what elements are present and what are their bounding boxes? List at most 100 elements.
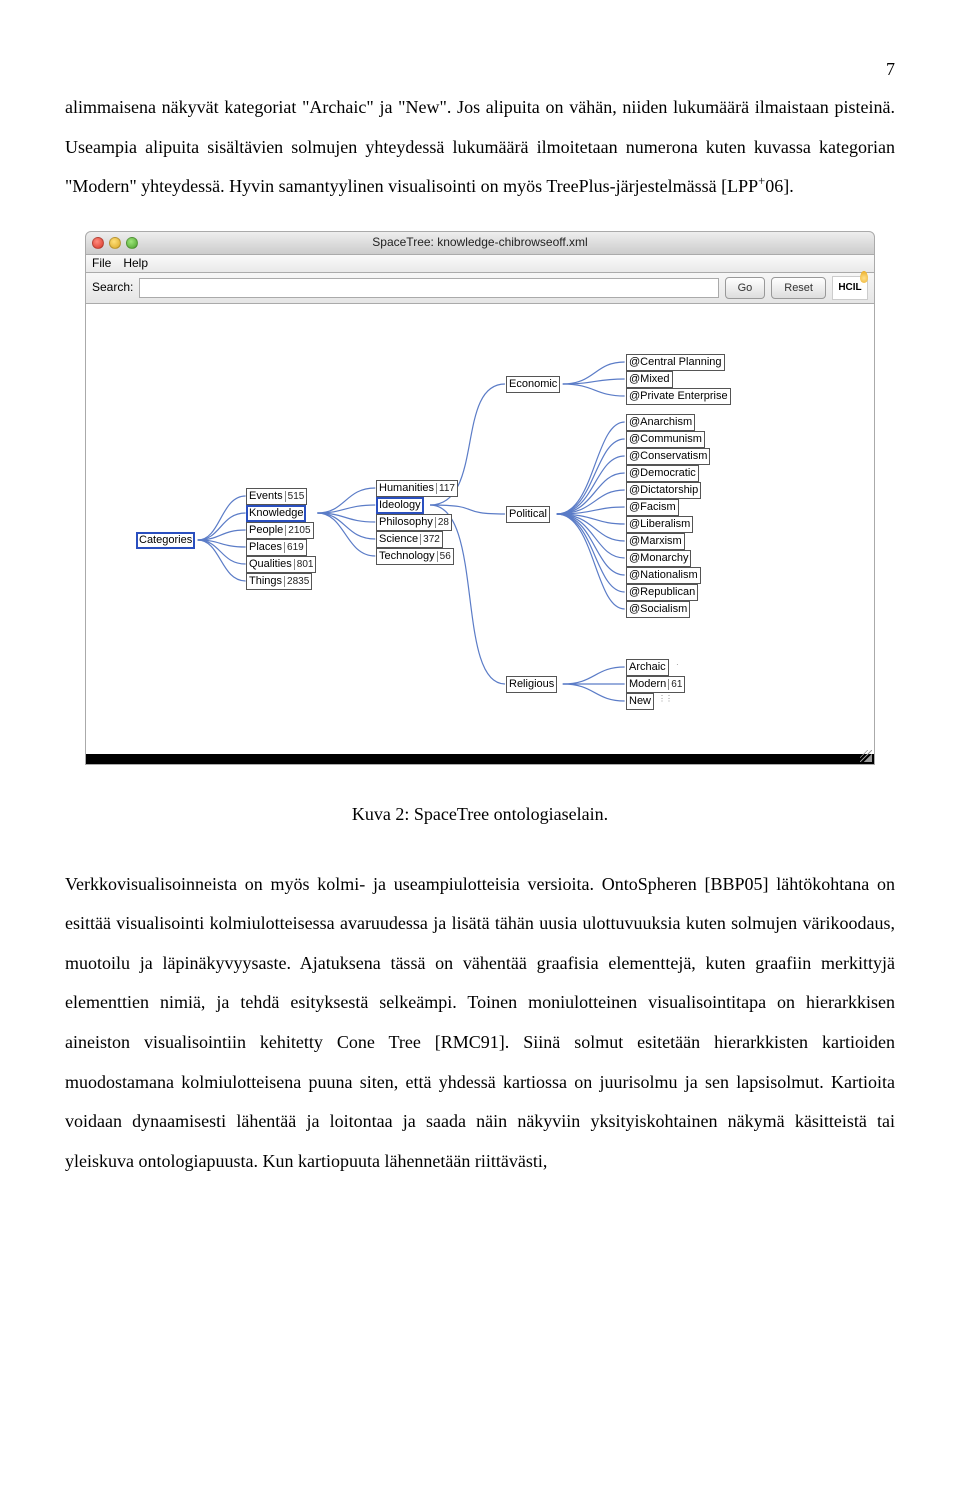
tree-node-categories[interactable]: Categories [136, 532, 195, 549]
tree-canvas[interactable]: Categories Events515 Knowledge People210… [85, 304, 875, 765]
menu-bar: File Help [85, 255, 875, 273]
window-titlebar: SpaceTree: knowledge-chibrowseoff.xml [85, 231, 875, 255]
node-label: @Mixed [629, 373, 670, 385]
tree-node[interactable]: Humanities117 [376, 480, 458, 497]
node-label: Knowledge [249, 507, 303, 519]
node-label: @Liberalism [629, 518, 690, 530]
node-label: @Socialism [629, 603, 687, 615]
hcil-logo: HCIL [832, 276, 868, 300]
figure-2: SpaceTree: knowledge-chibrowseoff.xml Fi… [65, 231, 895, 835]
node-label: @Monarchy [629, 552, 688, 564]
node-label: Modern [629, 678, 666, 690]
tree-node[interactable]: @Anarchism [626, 414, 695, 431]
node-label: @Marxism [629, 535, 682, 547]
node-label: @Democratic [629, 467, 696, 479]
node-label: People [249, 524, 283, 536]
tree-node[interactable]: People2105 [246, 522, 314, 539]
node-label: @Facism [629, 501, 676, 513]
tree-node[interactable]: @Dictatorship [626, 482, 701, 499]
tree-node[interactable]: Archaic [626, 659, 669, 676]
node-label: Events [249, 490, 283, 502]
node-label: @Central Planning [629, 356, 722, 368]
node-count: 61 [668, 679, 682, 690]
paragraph-1: alimmaisena näkyvät kategoriat "Archaic"… [65, 88, 895, 207]
hcil-logo-text: HCIL [838, 282, 861, 293]
search-label: Search: [92, 281, 133, 294]
status-bar [86, 754, 874, 764]
node-label: Economic [509, 378, 557, 390]
node-count: 515 [285, 491, 305, 502]
node-label: @Republican [629, 586, 695, 598]
node-count: 56 [437, 551, 451, 562]
paragraph-2: Verkkovisualisoinneista on myös kolmi- j… [65, 865, 895, 1182]
window-title: SpaceTree: knowledge-chibrowseoff.xml [86, 236, 874, 249]
node-label: Humanities [379, 482, 434, 494]
search-toolbar: Search: Go Reset HCIL [85, 273, 875, 304]
node-label: @Anarchism [629, 416, 692, 428]
tree-node[interactable]: Places619 [246, 539, 307, 556]
page-number: 7 [65, 60, 895, 78]
node-count: 117 [436, 483, 455, 494]
menu-help[interactable]: Help [123, 257, 148, 270]
node-label: Archaic [629, 661, 666, 673]
node-label: @Communism [629, 433, 702, 445]
node-label: Ideology [379, 499, 421, 511]
node-label: Political [509, 508, 547, 520]
go-button[interactable]: Go [725, 277, 766, 299]
tree-node[interactable]: @Liberalism [626, 516, 693, 533]
node-label: Qualities [249, 558, 292, 570]
tree-node[interactable]: Political [506, 506, 550, 523]
tree-node[interactable]: @Communism [626, 431, 705, 448]
tree-node[interactable]: Philosophy28 [376, 514, 452, 531]
tree-node[interactable]: @Facism [626, 499, 679, 516]
node-label: Science [379, 533, 418, 545]
node-label: Places [249, 541, 282, 553]
node-label: @Conservatism [629, 450, 707, 462]
tree-node[interactable]: Economic [506, 376, 560, 393]
figure-caption: Kuva 2: SpaceTree ontologiaselain. [65, 795, 895, 835]
tree-node[interactable]: Events515 [246, 488, 307, 505]
tree-node[interactable]: @Democratic [626, 465, 699, 482]
node-count: 372 [420, 534, 440, 545]
tree-node[interactable]: New [626, 693, 654, 710]
node-label: Technology [379, 550, 435, 562]
node-count: 619 [284, 542, 304, 553]
node-label: @Private Enterprise [629, 390, 728, 402]
search-input[interactable] [139, 278, 718, 298]
flame-icon [860, 271, 868, 283]
reset-button[interactable]: Reset [771, 277, 826, 299]
tree-node[interactable]: Religious [506, 676, 557, 693]
node-label: @Nationalism [629, 569, 698, 581]
tree-node[interactable]: @Socialism [626, 601, 690, 618]
tree-node[interactable]: @Conservatism [626, 448, 710, 465]
tree-node[interactable]: @Republican [626, 584, 698, 601]
node-label: Religious [509, 678, 554, 690]
node-label: Things [249, 575, 282, 587]
tree-node[interactable]: Technology56 [376, 548, 454, 565]
tree-node[interactable]: @Private Enterprise [626, 388, 731, 405]
tree-node[interactable]: Ideology [376, 497, 424, 514]
node-label: New [629, 695, 651, 707]
tree-node[interactable]: Science372 [376, 531, 443, 548]
tree-node[interactable]: @Nationalism [626, 567, 701, 584]
node-label: @Dictatorship [629, 484, 698, 496]
node-count: 801 [294, 559, 314, 570]
tree-node[interactable]: @Central Planning [626, 354, 725, 371]
tree-node[interactable]: Modern61 [626, 676, 685, 693]
subtree-dots-icon: · [676, 661, 678, 670]
tree-node[interactable]: @Mixed [626, 371, 673, 388]
tree-node[interactable]: Qualities801 [246, 556, 316, 573]
tree-node[interactable]: Things2835 [246, 573, 312, 590]
node-count: 28 [435, 517, 449, 528]
tree-node[interactable]: @Monarchy [626, 550, 691, 567]
subtree-dots-icon: ⋮⋮ [658, 695, 672, 704]
node-count: 2105 [285, 525, 310, 536]
node-count: 2835 [284, 576, 309, 587]
node-label: Categories [139, 534, 192, 546]
tree-node[interactable]: @Marxism [626, 533, 685, 550]
resize-handle-icon[interactable] [860, 750, 872, 762]
spacetree-screenshot: SpaceTree: knowledge-chibrowseoff.xml Fi… [85, 231, 875, 765]
node-label: Philosophy [379, 516, 433, 528]
menu-file[interactable]: File [92, 257, 111, 270]
tree-node[interactable]: Knowledge [246, 505, 306, 522]
